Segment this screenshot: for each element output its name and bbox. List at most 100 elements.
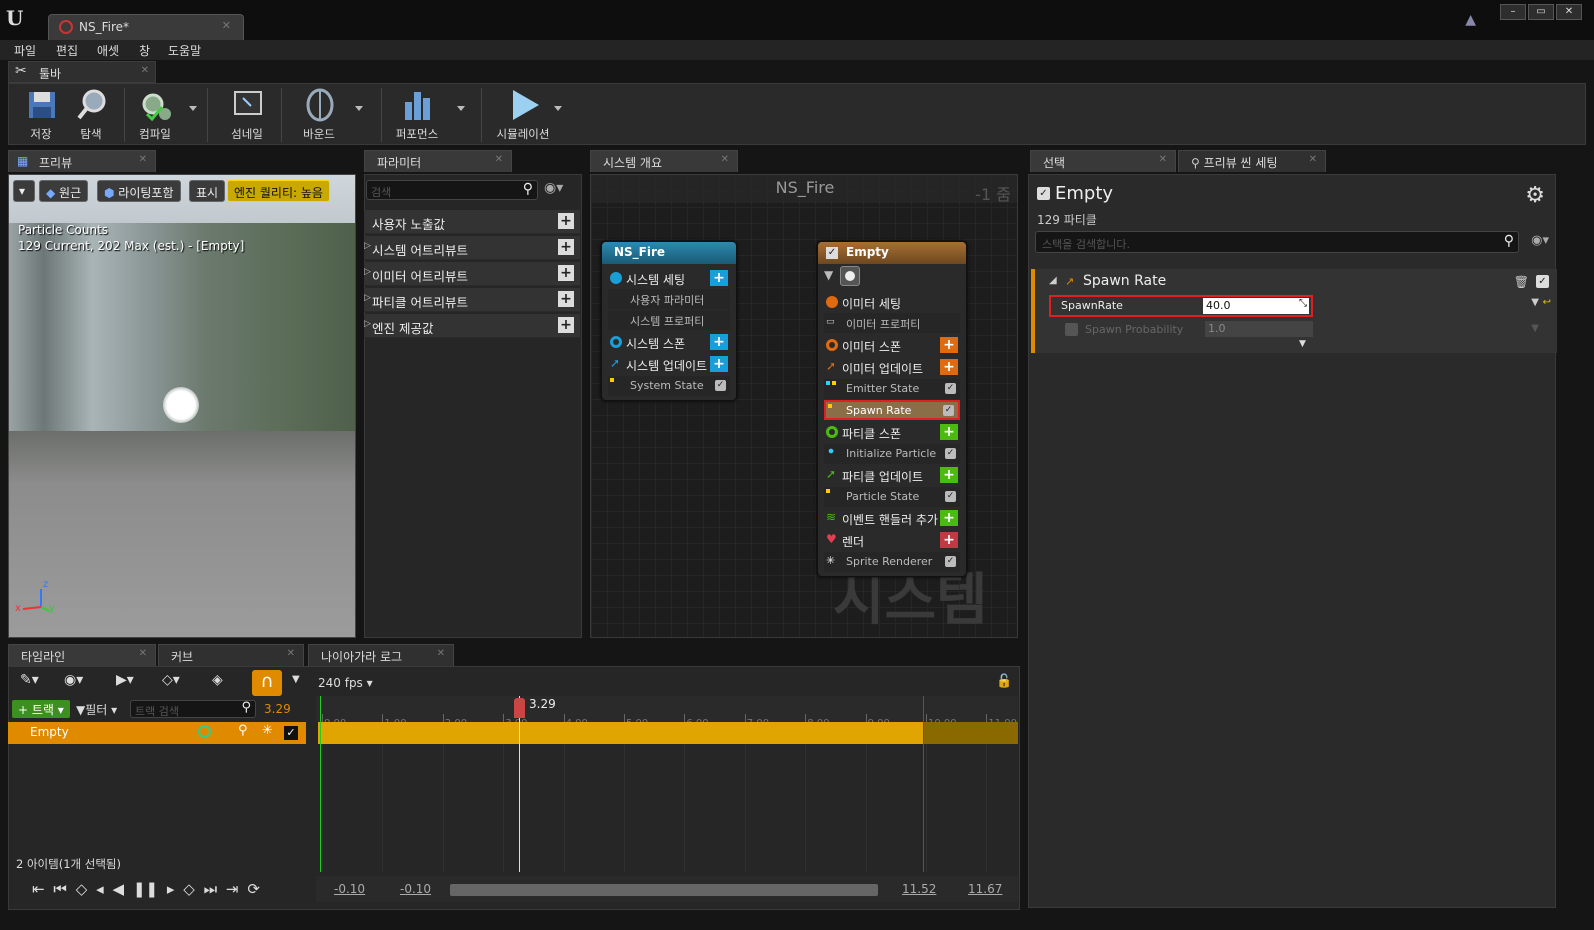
snap-key-icon[interactable]: ◈ [212,672,223,696]
close-icon[interactable]: ✕ [721,154,729,165]
param-row-system-attributes[interactable]: ▷ 시스템 어트리뷰트 + [364,236,580,260]
start-marker[interactable] [320,696,321,872]
reset-arrow-icon[interactable]: ↩ [1543,297,1551,308]
add-icon[interactable]: + [940,467,958,483]
go-to-end-icon[interactable]: ⇥ [226,880,239,898]
add-icon[interactable]: + [558,317,574,333]
enabled-checkbox[interactable]: ✓ [945,448,956,459]
spawn-probability-checkbox[interactable] [1065,323,1078,336]
thumbnail-button[interactable]: 섬네일 [217,84,277,146]
dropdown-arrow-icon[interactable]: ▼ [1531,323,1539,334]
menu-edit[interactable]: 편집 [56,42,78,59]
node-row-emitter-state[interactable]: Emitter State ✓ [824,379,960,399]
keyframe-icon[interactable]: ◇▾ [162,672,180,696]
add-icon[interactable]: + [558,239,574,255]
add-icon[interactable]: + [940,359,958,375]
node-row-system-state[interactable]: System State ✓ [608,376,730,396]
node-row-user-parameters[interactable]: 사용자 파라미터 [608,289,730,309]
browse-button[interactable]: 탐색 [61,84,121,146]
end-marker[interactable] [923,696,924,872]
bounds-button[interactable]: 바운드 [289,84,349,146]
time-ruler[interactable] [316,696,1018,722]
show-button[interactable]: 표시 [189,180,226,202]
node-row-emitter-settings[interactable]: 이미터 세팅 [824,292,960,312]
menu-help[interactable]: 도움말 [168,42,201,59]
emitter-node[interactable]: Empty ✓ ▼ 이미터 세팅 ▭ 이미터 프로퍼티 이미터 스폰 + ➚ 이… [817,241,967,577]
performance-dropdown-icon[interactable] [457,106,465,111]
node-row-system-update[interactable]: ➚ 시스템 업데이트 + [608,354,730,374]
close-icon[interactable]: ✕ [437,648,445,659]
wrench-menu-icon[interactable]: ✎▾ [20,672,39,696]
compile-button[interactable]: 컴파일 [125,84,185,146]
expand-arrow-icon[interactable]: ▷ [364,293,371,303]
perspective-button[interactable]: ◆ 원근 [39,180,89,202]
add-icon[interactable]: + [940,337,958,353]
menu-asset[interactable]: 애셋 [97,42,119,59]
node-row-render[interactable]: ♥ 렌더 + [824,530,960,550]
compile-dropdown-icon[interactable] [189,106,197,111]
range-end-2[interactable]: 11.67 [968,882,1002,896]
view-eye-icon[interactable]: ◉▾ [64,672,83,696]
node-row-emitter-properties[interactable]: ▭ 이미터 프로퍼티 [824,313,960,333]
system-overview-graph[interactable]: NS_Fire -1 줌 시스템 NS_Fire 시스템 세팅 + 사용자 파라… [590,174,1018,638]
close-icon[interactable]: ✕ [139,648,147,659]
node-row-system-properties[interactable]: 시스템 프로퍼티 [608,310,730,330]
playhead-line[interactable] [519,696,520,872]
close-icon[interactable]: ✕ [495,154,503,165]
go-to-start-icon[interactable]: ⇤ [32,880,45,898]
pause-icon[interactable]: ❚❚ [133,880,158,898]
range-start-2[interactable]: -0.10 [400,882,431,896]
spawnrate-input[interactable]: 40.0 [1203,298,1309,314]
enabled-checkbox[interactable]: ✓ [945,383,956,394]
enabled-checkbox[interactable]: ✓ [945,556,956,567]
param-row-engine-provided[interactable]: ▷ 엔진 제공값 + [364,314,580,338]
graduation-cap-icon[interactable]: ▲ [1465,12,1476,28]
node-row-particle-update[interactable]: ➚ 파티클 업데이트 + [824,465,960,485]
add-track-button[interactable]: + 트랙 ▾ [12,700,70,718]
add-icon[interactable]: + [940,532,958,548]
track-search-input[interactable]: 트랙 검색 ⚲ [130,700,256,718]
close-icon[interactable]: ✕ [1159,154,1167,165]
prev-key-icon[interactable]: ◇ [76,880,88,898]
add-icon[interactable]: + [710,356,728,372]
node-row-system-settings[interactable]: 시스템 세팅 + [608,268,730,288]
fps-dropdown[interactable]: 240 fps ▾ [318,676,373,690]
play-reverse-icon[interactable]: ◀ [112,880,124,898]
node-row-particle-spawn[interactable]: 파티클 스폰 + [824,422,960,442]
close-icon[interactable]: ✕ [141,65,149,76]
node-row-system-spawn[interactable]: 시스템 스폰 + [608,332,730,352]
minimize-button[interactable]: – [1500,4,1526,20]
tab-curves[interactable]: 커브 ✕ [158,644,304,666]
param-row-emitter-attributes[interactable]: ▷ 이미터 어트리뷰트 + [364,262,580,286]
close-icon[interactable]: ✕ [287,648,295,659]
range-start[interactable]: -0.10 [334,882,365,896]
node-row-particle-state[interactable]: Particle State ✓ [824,487,960,507]
range-scrollbar[interactable] [450,884,878,896]
add-icon[interactable]: + [558,213,574,229]
add-icon[interactable]: + [940,510,958,526]
system-node[interactable]: NS_Fire 시스템 세팅 + 사용자 파라미터 시스템 프로퍼티 시스템 스… [601,241,737,401]
add-icon[interactable]: + [710,334,728,350]
node-row-spawn-rate[interactable]: Spawn Rate ✓ [824,400,960,420]
add-icon[interactable]: + [558,265,574,281]
lighting-button[interactable]: ⬢ 라이팅포함 [97,180,181,202]
tab-timeline[interactable]: 타임라인 ✕ [8,644,156,666]
track-row-empty[interactable]: Empty ⚲ ✳ ✓ [8,722,306,744]
expand-arrow-icon[interactable]: ▷ [364,319,371,329]
pin-icon[interactable]: ▼ [824,268,833,282]
dropdown-arrow-icon[interactable]: ▼ [1531,297,1539,308]
visibility-eye-icon[interactable]: ◉▾ [1531,233,1549,248]
visibility-eye-icon[interactable]: ◉▾ [544,180,563,196]
node-row-emitter-update[interactable]: ➚ 이미터 업데이트 + [824,357,960,377]
trash-icon[interactable]: 🗑 [1514,275,1529,289]
unreal-logo-icon[interactable]: U [6,6,32,32]
enabled-checkbox[interactable]: ✓ [715,380,726,391]
next-key-icon[interactable]: ◇ [183,880,195,898]
param-row-user-exposed[interactable]: 사용자 노출값 + [364,210,580,234]
expand-arrow-icon[interactable]: ▷ [364,241,371,251]
close-tab-icon[interactable]: ✕ [222,19,231,32]
node-row-add-event-handler[interactable]: ≋ 이벤트 핸들러 추가 + [824,508,960,528]
simulation-button[interactable]: 시뮬레이션 [493,84,553,146]
add-icon[interactable]: + [940,424,958,440]
collapse-arrow-icon[interactable]: ◢ [1049,275,1057,286]
